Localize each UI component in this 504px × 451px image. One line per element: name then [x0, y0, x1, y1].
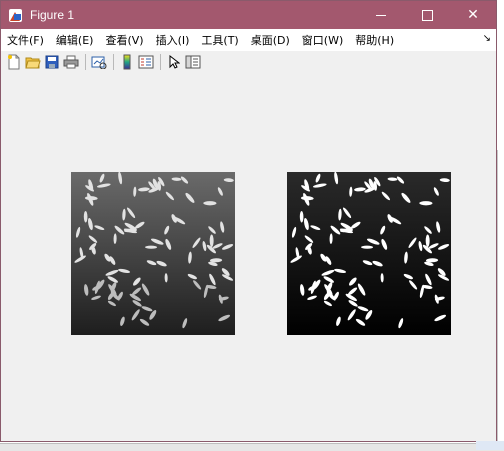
menu-file[interactable]: 文件(F)	[1, 32, 50, 48]
rice-enhanced-image	[287, 171, 451, 335]
print-icon[interactable]	[62, 53, 80, 71]
background-code-fragment	[476, 441, 504, 450]
menu-insert[interactable]: 插入(I)	[150, 32, 196, 48]
image-axes-left[interactable]	[71, 171, 235, 335]
toolbar-separator	[160, 54, 161, 70]
new-figure-icon[interactable]	[5, 53, 23, 71]
maximize-icon	[421, 9, 433, 21]
menu-edit[interactable]: 编辑(E)	[50, 32, 100, 48]
figure-canvas[interactable]	[1, 73, 496, 441]
pointer-icon[interactable]	[165, 53, 183, 71]
menu-bar: 文件(F) 编辑(E) 查看(V) 插入(I) 工具(T) 桌面(D) 窗口(W…	[1, 29, 496, 51]
toolbar-separator	[85, 54, 86, 70]
open-file-icon[interactable]	[24, 53, 42, 71]
close-button[interactable]: ✕	[450, 1, 496, 29]
menu-window[interactable]: 窗口(W)	[296, 32, 349, 48]
close-icon: ✕	[467, 7, 479, 23]
minimize-button[interactable]	[358, 1, 404, 29]
title-bar[interactable]: Figure 1 ✕	[1, 1, 496, 29]
maximize-button[interactable]	[404, 1, 450, 29]
matlab-icon	[9, 8, 22, 22]
property-inspector-icon[interactable]	[184, 53, 202, 71]
rice-grayscale-image	[71, 171, 235, 335]
menu-help[interactable]: 帮助(H)	[349, 32, 400, 48]
menu-desktop[interactable]: 桌面(D)	[245, 32, 296, 48]
figure-window: Figure 1 ✕ 文件(F) 编辑(E) 查看(V) 插入(I) 工具(T)…	[0, 0, 497, 442]
insert-legend-icon[interactable]	[137, 53, 155, 71]
toolbar	[1, 51, 496, 74]
background-editor-strip	[497, 150, 504, 450]
toolbar-separator	[113, 54, 114, 70]
menu-overflow-icon[interactable]: ↘	[483, 33, 491, 44]
link-plot-icon[interactable]	[90, 53, 108, 71]
insert-colorbar-icon[interactable]	[118, 53, 136, 71]
window-title: Figure 1	[30, 8, 75, 22]
image-axes-right[interactable]	[287, 171, 451, 335]
menu-view[interactable]: 查看(V)	[99, 32, 149, 48]
minimize-icon	[376, 14, 386, 16]
menu-tools[interactable]: 工具(T)	[195, 32, 244, 48]
save-icon[interactable]	[43, 53, 61, 71]
